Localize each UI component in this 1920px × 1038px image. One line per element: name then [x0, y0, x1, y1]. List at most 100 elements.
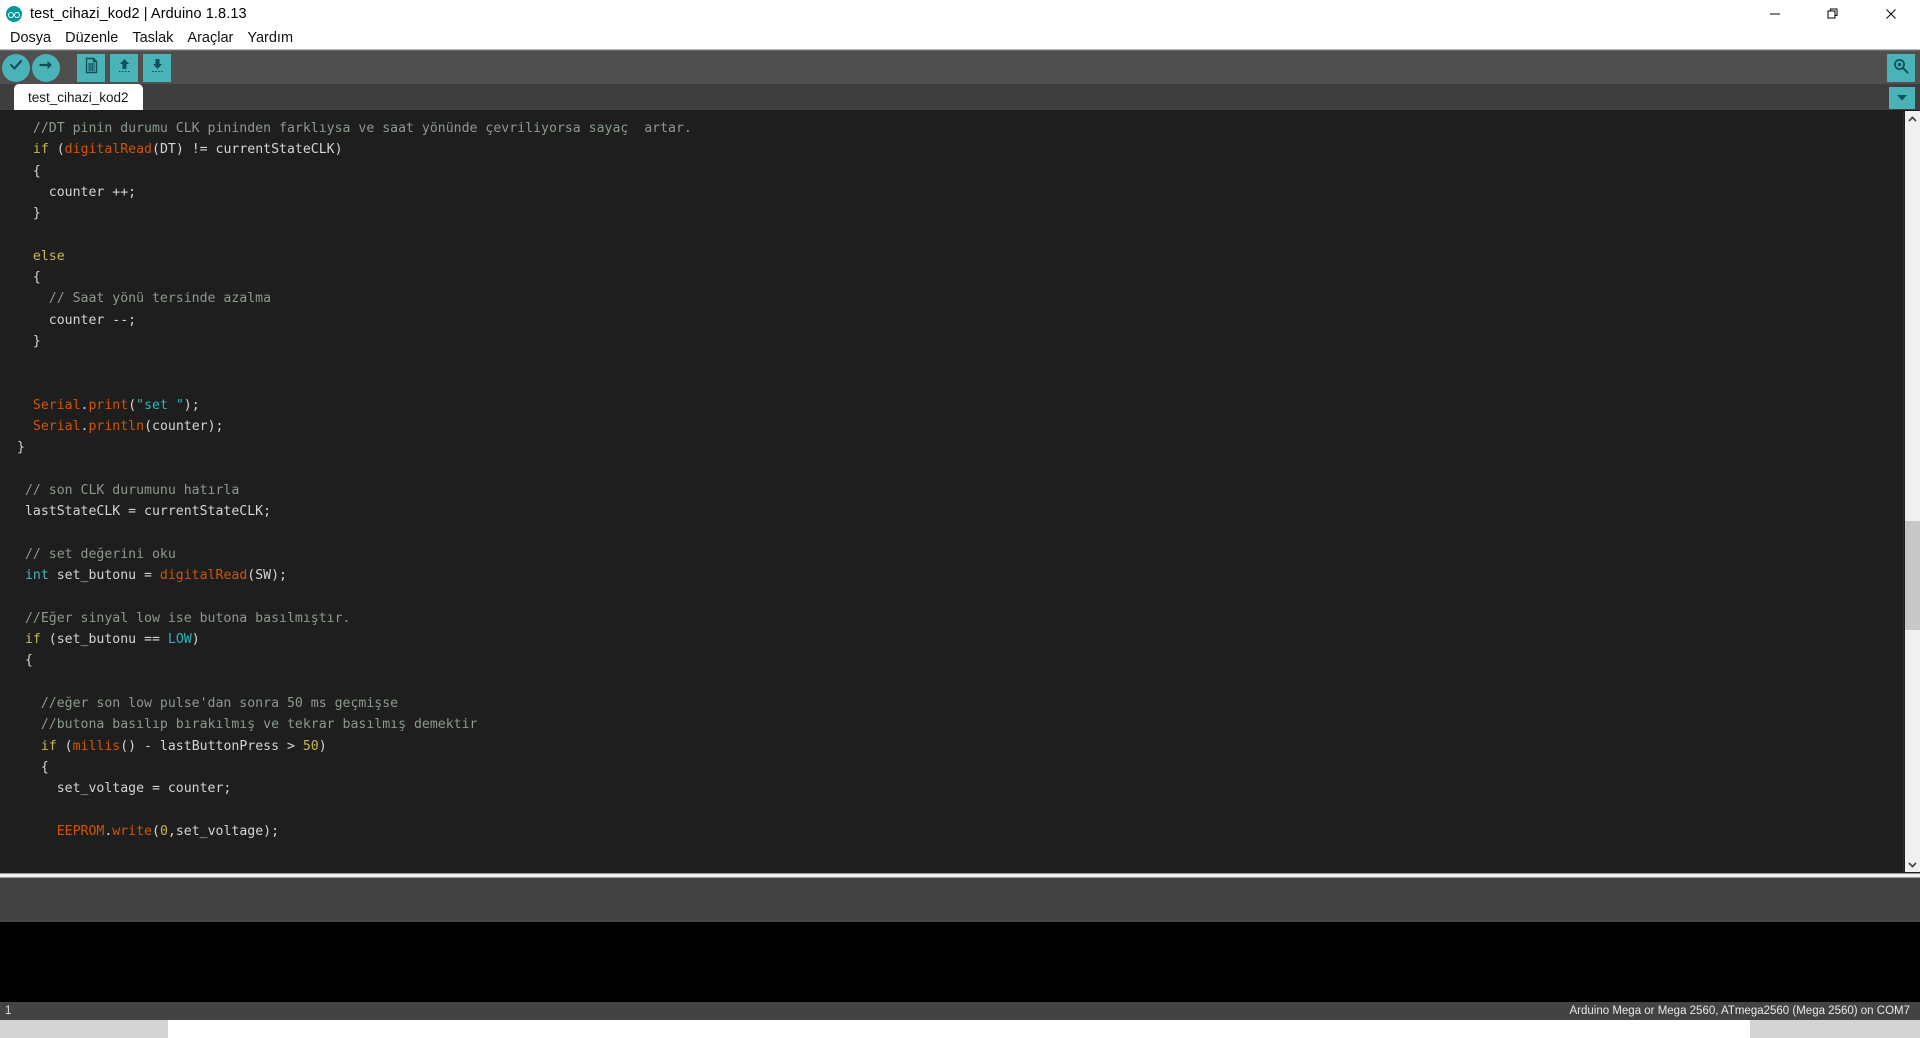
new-file-icon	[83, 57, 100, 79]
code-line: counter ++;	[0, 182, 1903, 203]
code-token-type: int	[17, 568, 49, 584]
save-button[interactable]	[143, 53, 171, 82]
menu-item-duzenle[interactable]: Düzenle	[58, 28, 125, 49]
code-line: {	[0, 650, 1903, 671]
code-line: lastStateCLK = currentStateCLK;	[0, 501, 1903, 522]
code-token-comment: //Eğer sinyal low ise butona basılmıştır…	[17, 610, 351, 626]
code-line: //butona basılıp bırakılmış ve tekrar ba…	[0, 714, 1903, 735]
window-title: test_cihazi_kod2 | Arduino 1.8.13	[30, 6, 247, 22]
code-token-keyword: if	[17, 142, 49, 158]
code-token-plain: )	[191, 632, 200, 648]
code-line: {	[0, 161, 1903, 182]
code-line: // set değerini oku	[0, 544, 1903, 565]
console-header	[0, 878, 1920, 922]
minimize-button[interactable]	[1746, 0, 1804, 28]
code-editor[interactable]: //DT pinin durumu CLK pininden farklıysa…	[0, 110, 1920, 873]
code-line: //Eğer sinyal low ise butona basılmıştır…	[0, 608, 1903, 629]
code-token-plain: {	[17, 759, 49, 775]
scroll-down-button[interactable]	[1905, 856, 1920, 872]
code-token-plain: (	[48, 142, 65, 158]
code-line: //DT pinin durumu CLK pininden farklıysa…	[0, 118, 1903, 139]
scroll-up-button[interactable]	[1905, 111, 1920, 127]
code-line: }	[0, 437, 1903, 458]
scrollbar-track[interactable]	[1905, 127, 1920, 856]
menu-item-yardim[interactable]: Yardım	[240, 28, 300, 49]
tab-menu-button[interactable]	[1889, 87, 1915, 109]
os-taskbar	[0, 1020, 1920, 1038]
code-token-comment: // son CLK durumunu hatırla	[17, 483, 240, 499]
code-token-plain: counter ++;	[17, 184, 137, 200]
arduino-logo-icon	[6, 6, 22, 22]
close-button[interactable]	[1862, 0, 1920, 28]
code-line: // Saat yönü tersinde azalma	[0, 288, 1903, 309]
menu-item-taslak[interactable]: Taslak	[125, 28, 180, 49]
menu-item-araclar[interactable]: Araçlar	[180, 28, 240, 49]
code-line: set_voltage = counter;	[0, 778, 1903, 799]
upload-button[interactable]	[32, 53, 60, 82]
checkmark-icon	[8, 57, 24, 78]
tab-strip: test_cihazi_kod2	[0, 84, 1920, 110]
open-button[interactable]	[110, 53, 138, 82]
code-line: if (digitalRead(DT) != currentStateCLK)	[0, 139, 1903, 160]
code-token-plain: {	[17, 653, 33, 669]
sketch-tab-label: test_cihazi_kod2	[28, 89, 129, 105]
code-token-func: digitalRead	[159, 568, 248, 584]
code-token-plain: counter --;	[17, 312, 137, 328]
code-text-area[interactable]: //DT pinin durumu CLK pininden farklıysa…	[0, 110, 1903, 873]
verify-button[interactable]	[2, 53, 30, 82]
code-token-plain: () - lastButtonPress >	[120, 738, 303, 754]
code-token-keyword: else	[17, 248, 65, 264]
arduino-ide-window: test_cihazi_kod2 | Arduino 1.8.13 Dosya …	[0, 0, 1920, 1020]
title-bar: test_cihazi_kod2 | Arduino 1.8.13	[0, 0, 1920, 28]
code-line: // son CLK durumunu hatırla	[0, 480, 1903, 501]
code-line: counter --;	[0, 310, 1903, 331]
magnifier-icon	[1892, 57, 1910, 80]
code-token-number: 50	[302, 738, 319, 754]
code-line: EEPROM.write(0,set_voltage);	[0, 821, 1903, 842]
code-token-plain: );	[183, 397, 200, 413]
arrow-up-icon	[116, 57, 133, 79]
code-token-method: write	[112, 823, 152, 839]
code-token-plain: (SW);	[247, 568, 287, 584]
menu-item-dosya[interactable]: Dosya	[3, 28, 58, 49]
code-line: {	[0, 757, 1903, 778]
code-line: }	[0, 331, 1903, 352]
serial-monitor-button[interactable]	[1887, 54, 1915, 82]
code-token-comment: // Saat yönü tersinde azalma	[17, 291, 272, 307]
code-token-func: millis	[72, 738, 121, 754]
code-token-method: println	[88, 419, 145, 435]
taskbar-left-segment	[0, 1020, 168, 1038]
code-token-const: LOW	[167, 632, 192, 648]
code-token-comment: // set değerini oku	[17, 546, 176, 562]
toolbar	[0, 50, 1920, 84]
code-token-plain: (set_butonu ==	[40, 632, 168, 648]
taskbar-active-window-segment[interactable]	[168, 1020, 1750, 1038]
code-token-comment: //DT pinin durumu CLK pininden farklıysa…	[17, 121, 692, 136]
restore-button[interactable]	[1804, 0, 1862, 28]
code-line: Serial.println(counter);	[0, 416, 1903, 437]
chevron-down-icon	[1895, 89, 1909, 107]
arrow-down-icon	[149, 57, 166, 79]
code-line: if (set_butonu == LOW)	[0, 629, 1903, 650]
code-token-plain: }	[17, 333, 41, 349]
code-token-plain: }	[17, 440, 25, 456]
code-token-method: print	[88, 397, 129, 413]
code-token-func: digitalRead	[64, 142, 152, 158]
code-token-plain: set_butonu =	[48, 568, 160, 584]
status-line-number: 1	[5, 1005, 12, 1017]
scrollbar-thumb[interactable]	[1905, 520, 1920, 630]
editor-vertical-scrollbar[interactable]	[1903, 110, 1920, 873]
sketch-tab-test-cihazi-kod2[interactable]: test_cihazi_kod2	[14, 84, 143, 110]
code-line: int set_butonu = digitalRead(SW);	[0, 565, 1903, 586]
new-button[interactable]	[77, 53, 105, 82]
menu-bar: Dosya Düzenle Taslak Araçlar Yardım	[0, 28, 1920, 50]
console-output	[0, 922, 1920, 1002]
code-token-plain: {	[17, 163, 41, 179]
code-token-plain: set_voltage = counter;	[17, 781, 232, 797]
code-token-plain: (DT) != currentStateCLK)	[152, 142, 343, 158]
